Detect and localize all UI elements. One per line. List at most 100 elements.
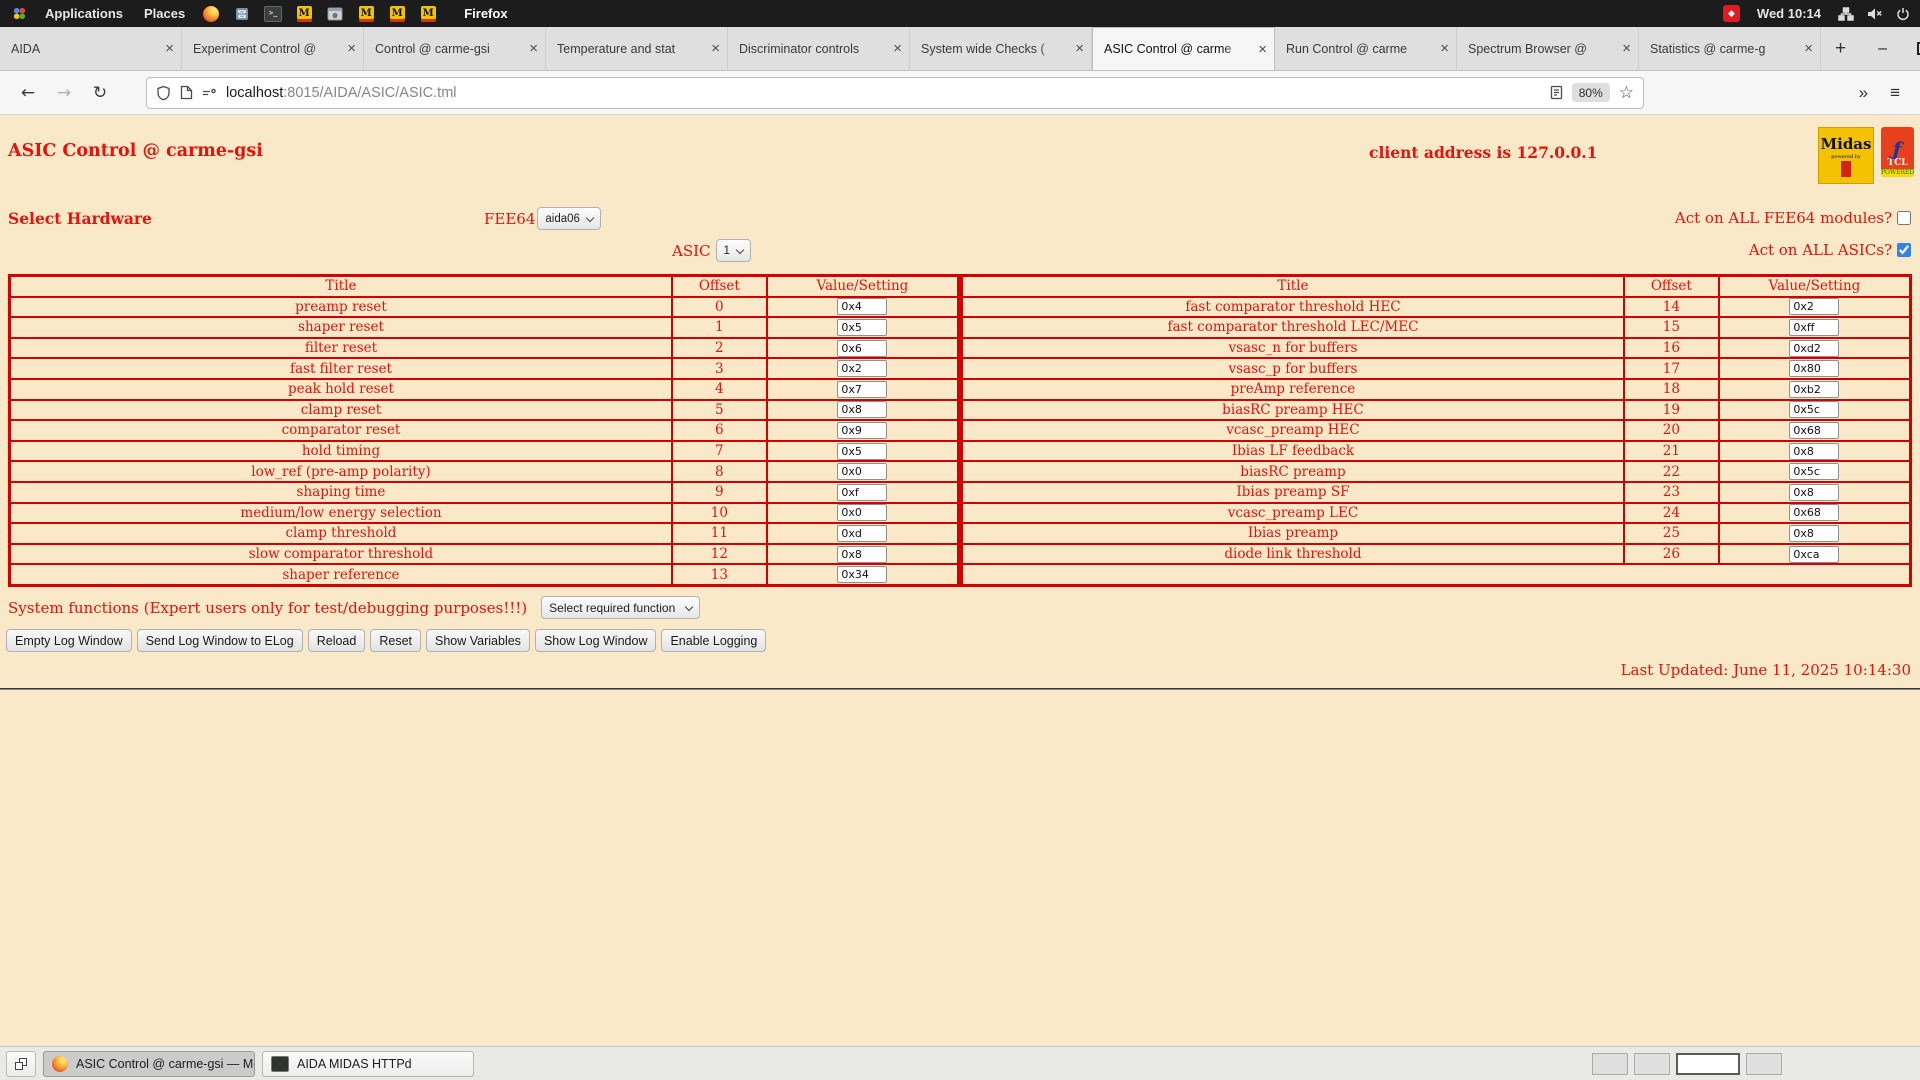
reload-button[interactable]: ↻: [84, 83, 116, 103]
zoom-level-badge[interactable]: 80%: [1572, 83, 1610, 102]
workspace-cell[interactable]: [1592, 1053, 1628, 1075]
value-setting-input[interactable]: [837, 546, 887, 563]
tab-close-icon[interactable]: ×: [165, 41, 174, 56]
browser-tab[interactable]: Experiment Control @ ×: [182, 27, 364, 70]
action-button[interactable]: Reset: [370, 629, 421, 652]
browser-tab[interactable]: Control @ carme-gsi ×: [364, 27, 546, 70]
site-identity-icon[interactable]: [180, 85, 193, 100]
value-setting-input[interactable]: [837, 340, 887, 357]
browser-tab[interactable]: ASIC Control @ carme ×: [1092, 27, 1275, 70]
value-setting-input[interactable]: [837, 401, 887, 418]
tab-close-icon[interactable]: ×: [1622, 41, 1631, 56]
tab-close-icon[interactable]: ×: [1804, 41, 1813, 56]
value-setting-input[interactable]: [837, 525, 887, 542]
show-desktop-button[interactable]: [6, 1051, 36, 1077]
browser-tab[interactable]: Spectrum Browser @ ×: [1457, 27, 1639, 70]
midas-logo[interactable]: Midas powered by: [1818, 127, 1874, 184]
tab-close-icon[interactable]: ×: [1440, 41, 1449, 56]
value-setting-input[interactable]: [1789, 422, 1839, 439]
tab-close-icon[interactable]: ×: [347, 41, 356, 56]
fee64-select[interactable]: aida06: [537, 207, 601, 230]
tab-close-icon[interactable]: ×: [1258, 42, 1267, 57]
workspace-cell[interactable]: [1746, 1053, 1782, 1075]
value-setting-input[interactable]: [837, 381, 887, 398]
applications-menu[interactable]: Applications: [41, 6, 127, 21]
value-setting-input[interactable]: [1789, 319, 1839, 336]
new-tab-button[interactable]: +: [1821, 27, 1860, 70]
task-window-button[interactable]: AIDA MIDAS HTTPd: [262, 1051, 474, 1077]
window-minimize-button[interactable]: –: [1878, 40, 1887, 58]
browser-tab[interactable]: AIDA ×: [0, 27, 182, 70]
value-setting-input[interactable]: [1789, 546, 1839, 563]
action-button[interactable]: Enable Logging: [661, 629, 766, 652]
power-icon[interactable]: [1896, 7, 1910, 21]
workspace-cell[interactable]: [1634, 1053, 1670, 1075]
screenshot-window-icon[interactable]: [326, 5, 344, 23]
action-button[interactable]: Empty Log Window: [6, 629, 132, 652]
clock[interactable]: Wed 10:14: [1753, 6, 1825, 21]
midas-window-icon-3[interactable]: M: [388, 5, 406, 23]
value-setting-input[interactable]: [837, 319, 887, 336]
files-launcher-icon[interactable]: [233, 5, 251, 23]
action-button[interactable]: Show Log Window: [535, 629, 657, 652]
applications-menu-icon[interactable]: [10, 5, 28, 23]
reader-mode-icon[interactable]: [1550, 85, 1563, 100]
value-setting-input[interactable]: [837, 422, 887, 439]
value-setting-input[interactable]: [1789, 525, 1839, 542]
tracking-protection-shield-icon[interactable]: [156, 85, 171, 101]
browser-tab[interactable]: Temperature and stat ×: [546, 27, 728, 70]
tab-close-icon[interactable]: ×: [711, 41, 720, 56]
active-app-name[interactable]: Firefox: [464, 6, 507, 21]
browser-tab[interactable]: System wide Checks ( ×: [910, 27, 1092, 70]
value-setting-input[interactable]: [1789, 484, 1839, 501]
browser-tab[interactable]: Statistics @ carme-g ×: [1639, 27, 1821, 70]
tab-close-icon[interactable]: ×: [893, 41, 902, 56]
value-setting-input[interactable]: [1789, 443, 1839, 460]
midas-window-icon-1[interactable]: M: [295, 5, 313, 23]
midas-window-icon-4[interactable]: M: [419, 5, 437, 23]
hamburger-menu-icon[interactable]: ≡: [1890, 83, 1900, 103]
bookmark-star-icon[interactable]: ☆: [1619, 83, 1634, 103]
network-icon[interactable]: [1838, 7, 1854, 21]
action-button[interactable]: Show Variables: [426, 629, 530, 652]
places-menu[interactable]: Places: [140, 6, 189, 21]
asic-select[interactable]: 1: [716, 239, 751, 262]
value-setting-input[interactable]: [837, 566, 887, 583]
value-setting-input[interactable]: [1789, 401, 1839, 418]
system-function-select[interactable]: Select required function: [541, 596, 700, 619]
value-setting-input[interactable]: [1789, 360, 1839, 377]
url-bar[interactable]: localhost:8015/AIDA/ASIC/ASIC.tml 80% ☆: [146, 77, 1644, 109]
browser-tab[interactable]: Run Control @ carme ×: [1275, 27, 1457, 70]
firefox-launcher-icon[interactable]: [202, 5, 220, 23]
value-setting-input[interactable]: [1789, 504, 1839, 521]
url-text[interactable]: localhost:8015/AIDA/ASIC/ASIC.tml: [226, 85, 1541, 101]
value-setting-input[interactable]: [837, 360, 887, 377]
tcl-powered-logo[interactable]: ƒ TCL POWERED: [1881, 127, 1914, 177]
value-setting-input[interactable]: [837, 484, 887, 501]
value-setting-input[interactable]: [837, 504, 887, 521]
act-on-all-asics-checkbox[interactable]: [1897, 243, 1911, 257]
overflow-menu-icon[interactable]: »: [1859, 83, 1868, 103]
value-setting-input[interactable]: [837, 298, 887, 315]
permissions-icon[interactable]: [202, 87, 217, 99]
notification-icon[interactable]: ◆: [1723, 5, 1740, 22]
value-setting-input[interactable]: [1789, 463, 1839, 480]
terminal-launcher-icon[interactable]: >_: [264, 5, 282, 23]
forward-button[interactable]: →: [48, 83, 80, 103]
volume-muted-icon[interactable]: [1867, 7, 1883, 21]
value-setting-input[interactable]: [1789, 381, 1839, 398]
tab-close-icon[interactable]: ×: [1075, 41, 1084, 56]
back-button[interactable]: ←: [12, 83, 44, 103]
value-setting-input[interactable]: [1789, 298, 1839, 315]
action-button[interactable]: Send Log Window to ELog: [137, 629, 303, 652]
task-window-button[interactable]: ASIC Control @ carme-gsi — Mozill...: [43, 1051, 255, 1077]
value-setting-input[interactable]: [1789, 340, 1839, 357]
action-button[interactable]: Reload: [308, 629, 366, 652]
midas-window-icon-2[interactable]: M: [357, 5, 375, 23]
tab-close-icon[interactable]: ×: [529, 41, 538, 56]
value-setting-input[interactable]: [837, 463, 887, 480]
value-setting-input[interactable]: [837, 443, 887, 460]
browser-tab[interactable]: Discriminator controls ×: [728, 27, 910, 70]
workspace-cell[interactable]: [1676, 1053, 1740, 1075]
act-on-all-fee64-checkbox[interactable]: [1897, 211, 1911, 225]
